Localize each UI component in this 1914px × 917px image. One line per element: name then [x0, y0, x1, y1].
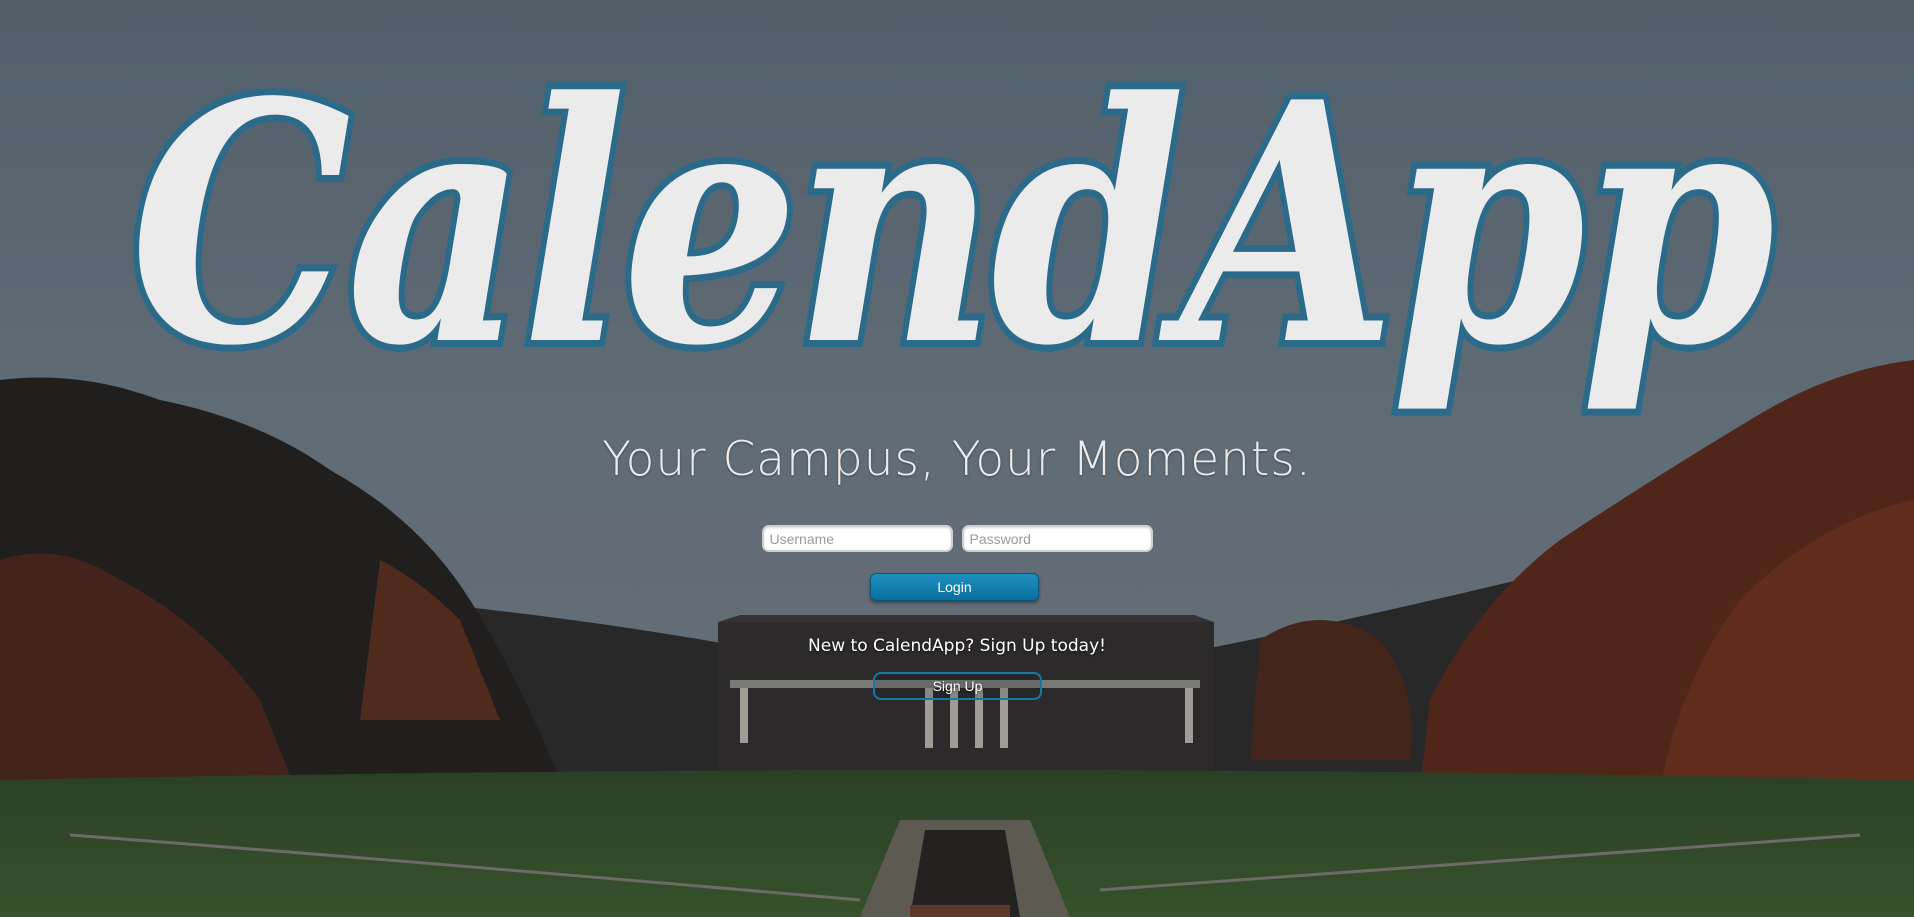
signup-prompt: New to CalendApp? Sign Up today!: [808, 636, 1106, 656]
landing-page: CalendApp Your Campus, Your Moments. Log…: [0, 0, 1914, 917]
logo-wordmark: CalendApp: [130, 30, 1772, 418]
password-field[interactable]: [961, 525, 1153, 552]
username-field[interactable]: [761, 525, 953, 552]
signup-button[interactable]: Sign Up: [873, 672, 1042, 700]
tagline: Your Campus, Your Moments.: [602, 432, 1312, 487]
calendapp-logo: CalendApp: [123, 23, 1785, 425]
login-button[interactable]: Login: [870, 573, 1039, 601]
login-form: [0, 525, 1914, 552]
